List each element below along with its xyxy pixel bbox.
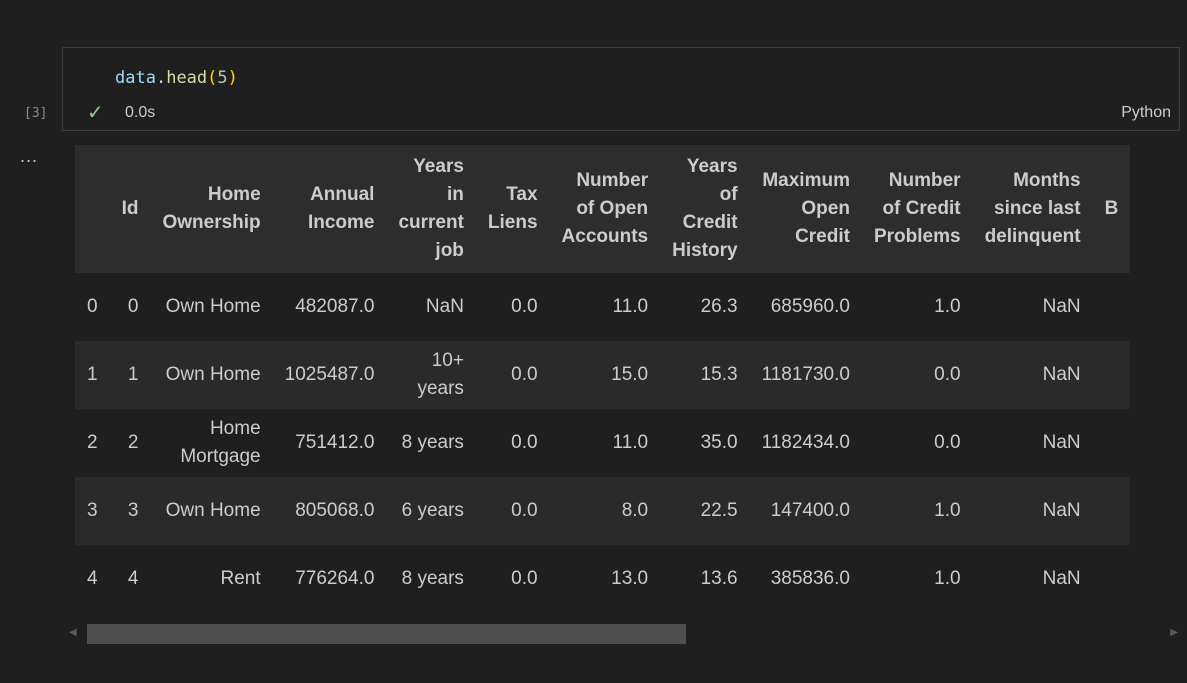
scrollbar-thumb[interactable] <box>87 624 686 644</box>
column-header-years-in-current-job: Years in current job <box>386 145 476 273</box>
cell-years-in-current-job: 10+ years <box>386 341 476 409</box>
cell-id: 1 <box>109 341 151 409</box>
cell-maximum-open-credit: 1181730.0 <box>749 341 862 409</box>
cell-maximum-open-credit: 1182434.0 <box>749 409 862 477</box>
cell-number-of-credit-problems: 1.0 <box>861 477 973 545</box>
cell-id: 4 <box>109 545 151 613</box>
cell-years-in-current-job: NaN <box>386 273 476 341</box>
output-more-actions-button[interactable]: ... <box>20 146 38 167</box>
cell-years-of-credit-history: 26.3 <box>660 273 750 341</box>
cell-tax-liens: 0.0 <box>475 477 550 545</box>
cell-years-in-current-job: 8 years <box>386 545 476 613</box>
header-row: Id Home Ownership Annual Income Years in… <box>75 145 1131 273</box>
cell-months-since-last-delinquent: NaN <box>972 409 1093 477</box>
cell-truncated <box>1092 273 1131 341</box>
check-icon: ✓ <box>87 102 104 124</box>
cell-months-since-last-delinquent: NaN <box>972 273 1093 341</box>
cell-annual-income: 482087.0 <box>272 273 387 341</box>
code-variable: data <box>115 68 156 88</box>
row-index: 4 <box>75 545 110 613</box>
cell-truncated <box>1092 545 1131 613</box>
cell-months-since-last-delinquent: NaN <box>972 341 1093 409</box>
dataframe-table: Id Home Ownership Annual Income Years in… <box>75 145 1131 613</box>
code-function: head <box>166 68 208 88</box>
cell-number-of-credit-problems: 0.0 <box>861 409 973 477</box>
cell-number-of-open-accounts: 15.0 <box>549 341 661 409</box>
language-picker[interactable]: Python <box>1121 104 1171 122</box>
table-row: 0 0 Own Home 482087.0 NaN 0.0 11.0 26.3 … <box>75 273 1131 341</box>
column-header-number-of-open-accounts: Number of Open Accounts <box>549 145 661 273</box>
column-header-home-ownership: Home Ownership <box>150 145 273 273</box>
column-header-years-of-credit-history: Years of Credit History <box>660 145 750 273</box>
cell-tax-liens: 0.0 <box>475 409 550 477</box>
cell-number-of-open-accounts: 8.0 <box>549 477 661 545</box>
cell-home-ownership: Own Home <box>150 273 273 341</box>
cell-years-of-credit-history: 22.5 <box>660 477 750 545</box>
code-argument: 5 <box>217 68 228 88</box>
code-close-paren: ) <box>227 68 238 88</box>
table-row: 4 4 Rent 776264.0 8 years 0.0 13.0 13.6 … <box>75 545 1131 613</box>
column-header-maximum-open-credit: Maximum Open Credit <box>749 145 862 273</box>
notebook-page: [3] data.head(5) ✓ 0.0s Python ... Id Ho… <box>0 0 1187 683</box>
code-open-paren: ( <box>207 68 218 88</box>
dataframe-output: Id Home Ownership Annual Income Years in… <box>75 145 1180 615</box>
table-row: 3 3 Own Home 805068.0 6 years 0.0 8.0 22… <box>75 477 1131 545</box>
scroll-right-arrow-icon[interactable]: ▶ <box>1170 627 1178 638</box>
execution-count: [3] <box>24 106 48 121</box>
cell-months-since-last-delinquent: NaN <box>972 545 1093 613</box>
cell-home-ownership: Home Mortgage <box>150 409 273 477</box>
cell-years-of-credit-history: 35.0 <box>660 409 750 477</box>
cell-truncated <box>1092 477 1131 545</box>
cell-id: 3 <box>109 477 151 545</box>
cell-maximum-open-credit: 385836.0 <box>749 545 862 613</box>
cell-years-in-current-job: 8 years <box>386 409 476 477</box>
code-line[interactable]: data.head(5) <box>115 68 238 88</box>
cell-number-of-credit-problems: 1.0 <box>861 545 973 613</box>
cell-tax-liens: 0.0 <box>475 273 550 341</box>
cell-truncated <box>1092 409 1131 477</box>
cell-years-of-credit-history: 15.3 <box>660 341 750 409</box>
cell-annual-income: 805068.0 <box>272 477 387 545</box>
column-header-tax-liens: Tax Liens <box>475 145 550 273</box>
cell-truncated <box>1092 341 1131 409</box>
cell-annual-income: 776264.0 <box>272 545 387 613</box>
cell-home-ownership: Rent <box>150 545 273 613</box>
cell-months-since-last-delinquent: NaN <box>972 477 1093 545</box>
cell-number-of-open-accounts: 13.0 <box>549 545 661 613</box>
row-index: 2 <box>75 409 110 477</box>
scroll-left-arrow-icon[interactable]: ◀ <box>69 627 77 638</box>
cell-years-in-current-job: 6 years <box>386 477 476 545</box>
cell-number-of-open-accounts: 11.0 <box>549 273 661 341</box>
execution-time: 0.0s <box>125 104 156 121</box>
column-header-id: Id <box>109 145 151 273</box>
cell-annual-income: 1025487.0 <box>272 341 387 409</box>
code-dot: . <box>155 68 167 88</box>
cell-id: 0 <box>109 273 151 341</box>
cell-number-of-open-accounts: 11.0 <box>549 409 661 477</box>
code-cell[interactable]: data.head(5) ✓ 0.0s Python <box>62 47 1180 131</box>
cell-tax-liens: 0.0 <box>475 341 550 409</box>
cell-annual-income: 751412.0 <box>272 409 387 477</box>
row-index: 3 <box>75 477 110 545</box>
cell-maximum-open-credit: 147400.0 <box>749 477 862 545</box>
cell-number-of-credit-problems: 0.0 <box>861 341 973 409</box>
cell-id: 2 <box>109 409 151 477</box>
cell-home-ownership: Own Home <box>150 341 273 409</box>
cell-maximum-open-credit: 685960.0 <box>749 273 862 341</box>
column-header-truncated: B <box>1092 145 1131 273</box>
row-index: 0 <box>75 273 110 341</box>
table-row: 1 1 Own Home 1025487.0 10+ years 0.0 15.… <box>75 341 1131 409</box>
column-header-number-of-credit-problems: Number of Credit Problems <box>861 145 973 273</box>
row-index: 1 <box>75 341 110 409</box>
horizontal-scrollbar[interactable]: ◀ ▶ <box>67 623 1180 645</box>
execution-status: ✓ 0.0s <box>87 102 156 124</box>
cell-years-of-credit-history: 13.6 <box>660 545 750 613</box>
column-header-months-since-last-delinquent: Months since last delinquent <box>972 145 1093 273</box>
table-row: 2 2 Home Mortgage 751412.0 8 years 0.0 1… <box>75 409 1131 477</box>
cell-tax-liens: 0.0 <box>475 545 550 613</box>
cell-number-of-credit-problems: 1.0 <box>861 273 973 341</box>
column-header-index <box>75 145 110 273</box>
column-header-annual-income: Annual Income <box>272 145 387 273</box>
cell-home-ownership: Own Home <box>150 477 273 545</box>
